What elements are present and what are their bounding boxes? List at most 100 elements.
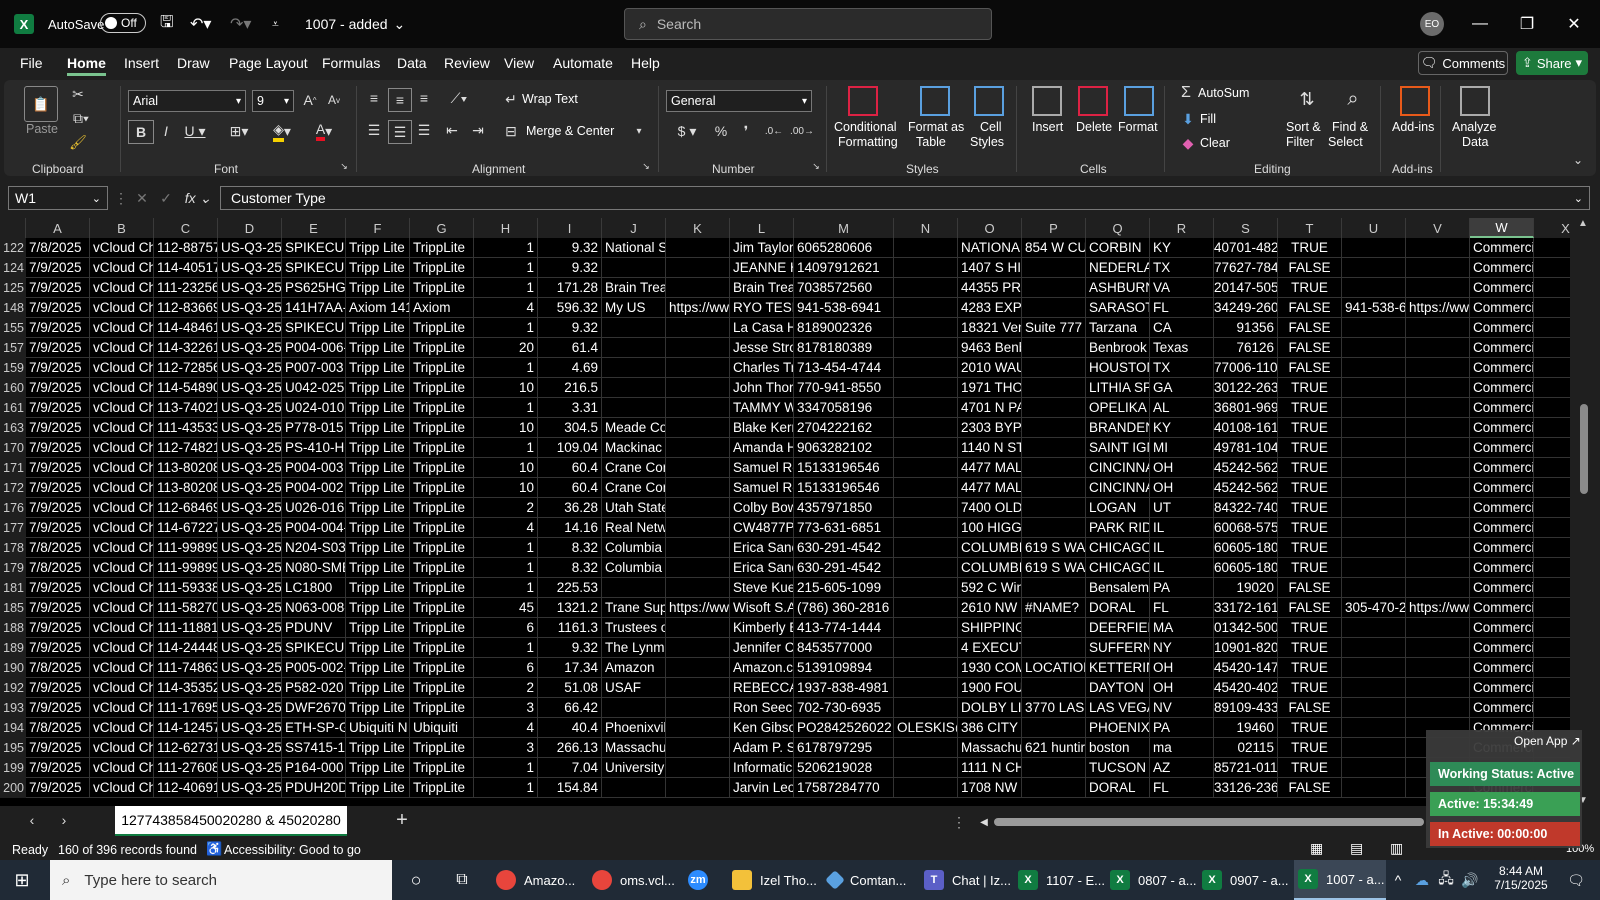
cell[interactable]: Commercial: [1470, 618, 1534, 638]
analyze-data-label2[interactable]: Data: [1462, 135, 1488, 149]
cell[interactable]: 266.13: [538, 738, 602, 758]
cell[interactable]: 4477 MALSBARY RD: [958, 478, 1022, 498]
cell[interactable]: [1534, 238, 1570, 258]
cell[interactable]: TRUE: [1278, 638, 1342, 658]
cell[interactable]: 413-774-1444: [794, 618, 894, 638]
cell[interactable]: US-Q3-25-: [218, 758, 282, 778]
cell[interactable]: Massachus: [958, 738, 1022, 758]
cell[interactable]: Axiom 141: [346, 298, 410, 318]
next-sheet-icon[interactable]: ›: [54, 810, 74, 830]
cell[interactable]: 7/9/2025: [26, 458, 90, 478]
cell[interactable]: [1022, 398, 1086, 418]
cell[interactable]: 621 huntir: [1022, 738, 1086, 758]
font-name-select[interactable]: Arial ▾: [128, 90, 246, 112]
cell[interactable]: Blake Kerr: [730, 418, 794, 438]
dialog-launcher-icon[interactable]: ↘: [640, 160, 652, 172]
cell[interactable]: IL: [1150, 558, 1214, 578]
row-header[interactable]: 160: [0, 378, 26, 398]
cancel-icon[interactable]: ✕: [134, 188, 150, 208]
cell[interactable]: Tripp Lite: [346, 358, 410, 378]
scroll-left-icon[interactable]: ◀: [978, 812, 990, 832]
cell[interactable]: US-Q3-25-: [218, 238, 282, 258]
cell[interactable]: US-Q3-25-: [218, 598, 282, 618]
cell[interactable]: 7.04: [538, 758, 602, 778]
taskbar-app-chrome-amazon[interactable]: Amazo...: [496, 860, 588, 900]
cell[interactable]: 1: [474, 278, 538, 298]
cell[interactable]: [1342, 398, 1406, 418]
number-format-select[interactable]: General ▾: [666, 90, 812, 112]
cell[interactable]: 111-58270: [154, 598, 218, 618]
cell[interactable]: Commercial: [1470, 438, 1534, 458]
cell[interactable]: [1406, 338, 1470, 358]
cell[interactable]: [1022, 378, 1086, 398]
cell[interactable]: COLUMBIA: [958, 538, 1022, 558]
row-header[interactable]: 161: [0, 398, 26, 418]
underline-icon[interactable]: U ▾: [180, 120, 210, 142]
borders-icon[interactable]: ⊞▾: [224, 120, 254, 142]
conditional-formatting-button[interactable]: Conditional: [834, 120, 897, 134]
column-header-n[interactable]: N: [894, 218, 958, 238]
cell[interactable]: [894, 298, 958, 318]
cell[interactable]: [666, 518, 730, 538]
cell[interactable]: Trustees of Deerfield: [602, 618, 666, 638]
cell[interactable]: OH: [1150, 458, 1214, 478]
align-top-icon[interactable]: ≡: [364, 88, 384, 108]
add-sheet-icon[interactable]: +: [390, 808, 414, 832]
cell[interactable]: 3.31: [538, 398, 602, 418]
cell[interactable]: US-Q3-25-: [218, 478, 282, 498]
cell[interactable]: 45242-562: [1214, 458, 1278, 478]
cell[interactable]: FL: [1150, 298, 1214, 318]
cell[interactable]: Tripp Lite: [346, 498, 410, 518]
cell[interactable]: [1534, 698, 1570, 718]
cell[interactable]: Commercial: [1470, 358, 1534, 378]
cell[interactable]: 1321.2: [538, 598, 602, 618]
cell[interactable]: 19460: [1214, 718, 1278, 738]
cell[interactable]: Wisoft S.A: [730, 598, 794, 618]
cell[interactable]: TRUE: [1278, 538, 1342, 558]
cell[interactable]: TrippLite: [410, 318, 474, 338]
cell[interactable]: https://ww: [1406, 598, 1470, 618]
cell[interactable]: 7/9/2025: [26, 298, 90, 318]
font-color-icon[interactable]: A ▾: [308, 120, 340, 142]
cell[interactable]: SPIKECUB: [282, 638, 346, 658]
cell[interactable]: US-Q3-25-: [218, 618, 282, 638]
cell[interactable]: [1406, 578, 1470, 598]
cell[interactable]: AZ: [1150, 758, 1214, 778]
cell[interactable]: DORAL: [1086, 598, 1150, 618]
cell[interactable]: US-Q3-25-: [218, 558, 282, 578]
accessibility-icon[interactable]: ♿: [206, 841, 222, 857]
cell[interactable]: AL: [1150, 398, 1214, 418]
cell[interactable]: TrippLite: [410, 278, 474, 298]
cell[interactable]: Tripp Lite: [346, 318, 410, 338]
cell[interactable]: Tripp Lite: [346, 258, 410, 278]
insert-function-icon[interactable]: fx ⌄: [182, 188, 214, 208]
format-cells-button[interactable]: Format: [1118, 120, 1158, 134]
cell[interactable]: US-Q3-25-: [218, 298, 282, 318]
cell[interactable]: 9.32: [538, 318, 602, 338]
cell[interactable]: TRUE: [1278, 478, 1342, 498]
cell[interactable]: 941-538-6: [1342, 298, 1406, 318]
cell[interactable]: [1342, 558, 1406, 578]
cell[interactable]: vCloud Ch: [90, 298, 154, 318]
cell[interactable]: vCloud Ch: [90, 338, 154, 358]
cell[interactable]: FALSE: [1278, 778, 1342, 798]
cell[interactable]: Tripp Lite: [346, 698, 410, 718]
cell-styles-button[interactable]: Cell: [980, 120, 1002, 134]
cell[interactable]: REBECCA: [730, 678, 794, 698]
cell[interactable]: 112-40691: [154, 778, 218, 798]
format-painter-icon[interactable]: 🖌: [68, 132, 88, 152]
cell[interactable]: 6: [474, 658, 538, 678]
cell[interactable]: 7/9/2025: [26, 738, 90, 758]
cell[interactable]: Tripp Lite: [346, 598, 410, 618]
cell[interactable]: Commercial: [1470, 238, 1534, 258]
cell[interactable]: 66.42: [538, 698, 602, 718]
cell[interactable]: Jesse Stro: [730, 338, 794, 358]
cell[interactable]: 304.5: [538, 418, 602, 438]
row-header[interactable]: 170: [0, 438, 26, 458]
cell[interactable]: TrippLite: [410, 598, 474, 618]
cell[interactable]: US-Q3-25-: [218, 718, 282, 738]
cell[interactable]: 8.32: [538, 558, 602, 578]
cell[interactable]: PO2842526022: [794, 718, 894, 738]
cell[interactable]: 111-74863: [154, 658, 218, 678]
cell[interactable]: (786) 360-2816: [794, 598, 894, 618]
